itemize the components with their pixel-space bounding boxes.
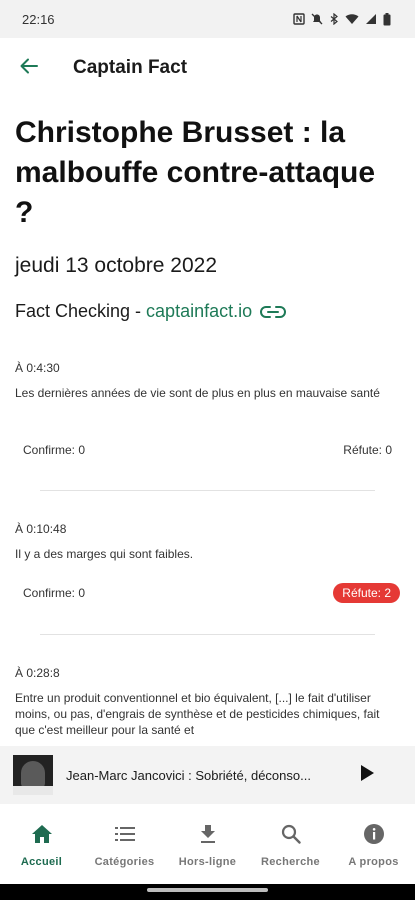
fact-counts: Confirme: 0 Réfute: 0 — [15, 443, 400, 457]
video-detail-content[interactable]: Christophe Brusset : la malbouffe contre… — [0, 98, 415, 746]
arrow-back-icon — [19, 56, 39, 81]
wifi-icon — [345, 13, 359, 25]
nav-recherche[interactable]: Recherche — [249, 804, 332, 884]
nav-label: A propos — [348, 856, 399, 868]
fact-divider — [40, 634, 375, 635]
battery-icon — [383, 12, 391, 26]
signal-icon — [365, 13, 377, 25]
play-icon — [359, 764, 375, 787]
nav-label: Hors-ligne — [178, 856, 237, 868]
download-icon — [199, 822, 217, 846]
search-icon — [281, 822, 301, 846]
nav-label: Recherche — [261, 856, 320, 868]
fact-statement: Les dernières années de vie sont de plus… — [15, 386, 380, 400]
fact-item[interactable]: À 0:4:30 Les dernières années de vie son… — [15, 361, 400, 457]
status-bar: 22:16 — [0, 0, 415, 38]
fact-divider — [40, 490, 375, 491]
fact-timestamp: À 0:10:48 — [15, 522, 67, 536]
mini-player[interactable]: Jean-Marc Jancovici : Sobriété, déconso.… — [0, 746, 415, 804]
captainfact-link[interactable]: captainfact.io — [146, 301, 252, 322]
video-thumbnail — [13, 755, 53, 795]
list-icon — [114, 822, 136, 846]
confirm-count: Confirme: 0 — [23, 443, 86, 457]
confirm-count: Confirme: 0 — [23, 586, 86, 600]
bottom-navigation: Accueil Catégories Hors-ligne Recherche … — [0, 804, 415, 884]
nav-accueil[interactable]: Accueil — [0, 804, 83, 884]
home-icon — [31, 822, 53, 846]
mute-icon — [311, 13, 323, 25]
video-date: jeudi 13 octobre 2022 — [15, 254, 217, 277]
status-icons — [293, 12, 391, 26]
fact-statement: Il y a des marges qui sont faibles. — [15, 547, 194, 561]
fact-counts: Confirme: 0 Réfute: 2 — [15, 583, 400, 603]
fact-timestamp: À 0:28:8 — [15, 666, 60, 680]
nav-label: Accueil — [20, 856, 63, 868]
mini-player-title: Jean-Marc Jancovici : Sobriété, déconso.… — [66, 767, 311, 783]
refute-count: Réfute: 0 — [343, 443, 392, 457]
status-time: 22:16 — [22, 11, 55, 27]
nav-hors-ligne[interactable]: Hors-ligne — [166, 804, 249, 884]
app-title: Captain Fact — [73, 57, 188, 78]
nfc-icon — [293, 13, 305, 25]
nav-categories[interactable]: Catégories — [83, 804, 166, 884]
play-button[interactable] — [359, 764, 375, 787]
gesture-area — [0, 884, 415, 900]
nav-label: Catégories — [94, 856, 155, 868]
fact-statement: Entre un produit conventionnel et bio éq… — [15, 691, 380, 737]
gesture-handle[interactable] — [147, 888, 268, 892]
info-icon — [363, 822, 385, 846]
fact-checking-label: Fact Checking - — [15, 301, 142, 321]
top-app-bar: Captain Fact — [0, 38, 415, 98]
back-button[interactable] — [0, 38, 58, 98]
fact-item[interactable]: À 0:28:8 Entre un produit conventionnel … — [15, 666, 400, 738]
link-icon[interactable] — [260, 305, 287, 319]
refute-badge: Réfute: 2 — [333, 583, 400, 603]
bluetooth-icon — [329, 13, 339, 25]
video-title: Christophe Brusset : la malbouffe contre… — [15, 116, 376, 229]
app-screen: 22:16 Captain Fact Christophe Brusset: … — [0, 0, 415, 900]
fact-item[interactable]: À 0:10:48 Il y a des marges qui sont fai… — [15, 522, 400, 603]
fact-timestamp: À 0:4:30 — [15, 361, 60, 375]
fact-checking-line: Fact Checking - captainfact.io — [15, 301, 287, 322]
nav-a-propos[interactable]: A propos — [332, 804, 415, 884]
